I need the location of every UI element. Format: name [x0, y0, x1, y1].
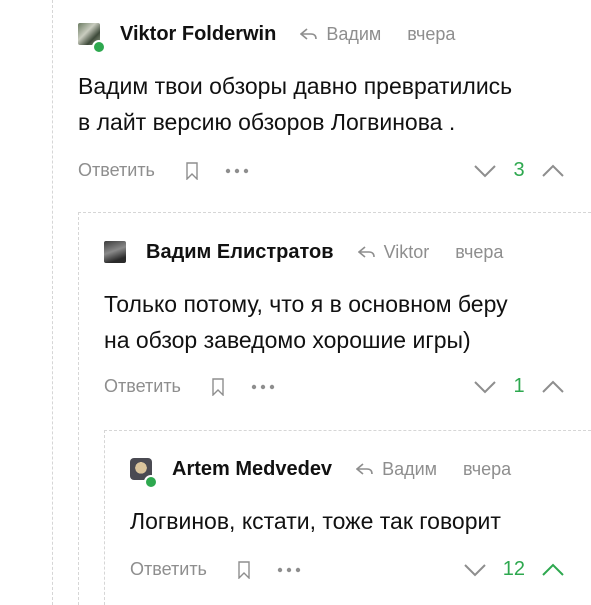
online-indicator-icon	[92, 40, 106, 54]
thread-line-2	[78, 212, 79, 605]
chevron-up-icon[interactable]	[541, 563, 565, 577]
vote-controls: 12	[463, 558, 565, 581]
comment: Viktor Folderwin Вадим вчера Вадим твои …	[78, 12, 591, 181]
rating-count: 1	[513, 375, 525, 397]
comment-time: вчера	[407, 23, 456, 44]
chevron-down-icon[interactable]	[463, 563, 487, 577]
rating-count: 3	[513, 159, 525, 181]
comment: Artem Medvedev Вадим вчера Логвинов, кст…	[130, 447, 591, 580]
reply-button[interactable]: Ответить	[104, 376, 181, 397]
thread-separator	[104, 430, 591, 431]
comment-text-line: на обзор заведомо хорошие игры)	[104, 327, 471, 353]
reply-to-link[interactable]: Вадим	[300, 24, 381, 45]
comment: Вадим Елистратов Viktor вчера Только пот…	[104, 230, 591, 397]
vote-controls: 1	[473, 375, 565, 398]
bookmark-icon[interactable]	[237, 560, 251, 579]
chevron-up-icon[interactable]	[541, 380, 565, 394]
reply-to-link[interactable]: Viktor	[357, 241, 430, 263]
more-dots-icon[interactable]	[277, 567, 301, 573]
comment-time: вчера	[463, 458, 512, 479]
reply-arrow-icon	[356, 463, 374, 475]
author-name[interactable]: Viktor Folderwin	[120, 23, 276, 46]
chevron-down-icon[interactable]	[473, 380, 497, 394]
comment-text: Только потому, что я в основном беру на …	[104, 286, 591, 358]
comment-text-line: в лайт версию обзоров Логвинова .	[78, 109, 456, 135]
comment-header: Viktor Folderwin Вадим вчера	[78, 12, 591, 56]
comment-text-line: Только потому, что я в основном беру	[104, 291, 508, 317]
comment-text-line: Вадим твои обзоры давно превратились	[78, 73, 513, 99]
reply-button[interactable]: Ответить	[78, 160, 155, 181]
comment-header: Вадим Елистратов Viktor вчера	[104, 230, 591, 274]
author-name[interactable]: Artem Medvedev	[172, 458, 332, 481]
comment-text: Логвинов, кстати, тоже так говорит	[130, 503, 591, 539]
thread-line-3	[104, 430, 105, 605]
chevron-up-icon[interactable]	[541, 164, 565, 178]
comment-header: Artem Medvedev Вадим вчера	[130, 447, 591, 491]
comment-actions: Ответить 1	[104, 375, 591, 398]
vote-controls: 3	[473, 159, 565, 182]
online-indicator-icon	[144, 475, 158, 489]
rating-count: 12	[502, 558, 525, 580]
comment-time: вчера	[455, 241, 504, 262]
reply-button[interactable]: Ответить	[130, 559, 207, 580]
author-name[interactable]: Вадим Елистратов	[146, 241, 334, 264]
comment-actions: Ответить 3	[78, 159, 591, 182]
thread-separator	[78, 212, 591, 213]
more-dots-icon[interactable]	[251, 384, 275, 390]
reply-to-name: Viktor	[383, 241, 430, 262]
thread-line-1	[52, 0, 53, 605]
bookmark-icon[interactable]	[211, 377, 225, 396]
reply-to-name: Вадим	[326, 23, 382, 44]
comment-text: Вадим твои обзоры давно превратились в л…	[78, 68, 591, 140]
reply-arrow-icon	[300, 28, 318, 40]
chevron-down-icon[interactable]	[473, 164, 497, 178]
avatar[interactable]	[104, 241, 126, 263]
reply-arrow-icon	[357, 246, 376, 258]
reply-to-link[interactable]: Вадим	[356, 459, 437, 480]
more-dots-icon[interactable]	[225, 168, 249, 174]
comment-actions: Ответить 12	[130, 558, 591, 581]
reply-to-name: Вадим	[382, 458, 438, 479]
comment-text-line: Логвинов, кстати, тоже так говорит	[130, 508, 501, 534]
bookmark-icon[interactable]	[185, 161, 199, 180]
